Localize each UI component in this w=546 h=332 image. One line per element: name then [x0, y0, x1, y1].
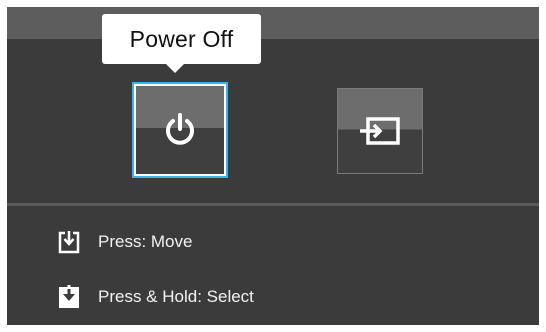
divider — [7, 203, 539, 206]
guide-move-label: Press: Move — [98, 232, 193, 251]
input-source-icon — [360, 117, 400, 145]
menu-header-strip — [7, 7, 539, 39]
press-hold-select-icon — [59, 285, 79, 308]
tooltip-pointer — [166, 64, 184, 73]
guide-move: Press: Move — [58, 227, 192, 257]
power-icon — [166, 113, 194, 145]
press-move-icon — [58, 231, 80, 254]
tooltip: Power Off — [102, 14, 261, 64]
guide-select-label: Press & Hold: Select — [98, 287, 254, 306]
power-off-button[interactable] — [132, 82, 228, 178]
monitor-osd-menu: Power Off Press: Move Press & Hold: Sele… — [7, 7, 539, 325]
input-source-button[interactable] — [337, 88, 423, 174]
guide-select: Press & Hold: Select — [58, 282, 254, 312]
